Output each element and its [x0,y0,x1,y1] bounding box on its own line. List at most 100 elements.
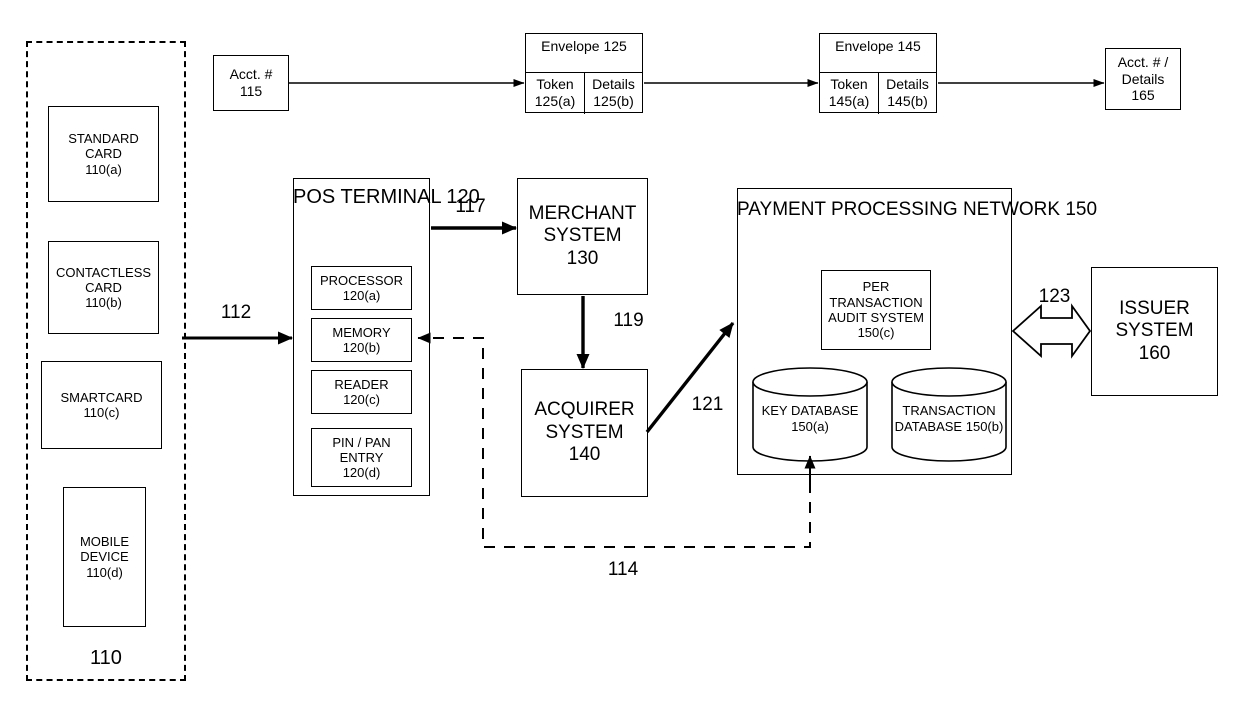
envelope-125-title: Envelope 125 [526,34,642,72]
acct-165-ref: 165 [1131,87,1155,104]
key-database-line1: KEY [761,403,788,418]
pos-terminal-title-line2: TERMINAL [340,186,441,208]
envelope-125-box[interactable]: Envelope 125 Token 125(a) Details 125(b) [525,33,643,114]
transaction-database-label: TRANSACTION DATABASE 150(b) [891,403,1007,434]
mobile-device-box[interactable]: MOBILE DEVICE 110(d) [63,487,146,627]
envelope-125-title-text: Envelope [541,38,600,54]
pos-processor-name: PROCESSOR [319,272,404,288]
payment-processing-network-title: PAYMENT PROCESSING NETWORK 150 [737,199,1097,221]
audit-system-line2: TRANSACTION [829,294,923,310]
envelope-145-token-cell[interactable]: Token 145(a) [820,72,878,114]
audit-system-line1: PER [862,279,890,295]
mobile-device-line1: MOBILE [79,534,130,549]
pos-terminal-title-line1: POS [293,186,336,208]
key-database-ref: 150(a) [791,418,829,434]
transaction-database-line2: DATABASE [894,418,963,434]
smartcard-ref: 110(c) [83,405,120,420]
envelope-125-token-ref: 125(a) [534,92,576,109]
standard-card-line2: CARD [85,146,122,162]
acct-115-line1: Acct. # [229,66,273,83]
pos-pin-pan-entry-box[interactable]: PIN / PAN ENTRY 120(d) [311,428,412,487]
pos-processor-box[interactable]: PROCESSOR 120(a) [311,266,412,310]
envelope-125-token-name: Token [536,76,574,92]
smartcard-line1: SMARTCARD [60,389,143,405]
account-number-115-box[interactable]: Acct. # 115 [213,55,289,111]
pos-pin-pan-ref: 120(d) [342,465,381,481]
group-110-label: 110 [90,647,122,669]
key-database-cylinder[interactable]: KEY DATABASE 150(a) [752,367,868,462]
ppn-title-line2: NETWORK [962,199,1061,220]
pos-pin-pan-line1: PIN / PAN [332,434,391,450]
pos-processor-ref: 120(a) [342,288,381,303]
envelope-125-number: 125 [603,38,627,54]
pos-memory-box[interactable]: MEMORY 120(b) [311,318,412,362]
envelope-145-details-ref: 145(b) [887,92,928,109]
envelope-125-token-cell[interactable]: Token 125(a) [526,72,584,114]
pos-reader-ref: 120(c) [343,392,380,407]
envelope-145-cells: Token 145(a) Details 145(b) [820,72,936,114]
pos-terminal-title: POS TERMINAL 120 [293,186,480,209]
envelope-145-title: Envelope 145 [820,34,936,72]
acct-165-line2: Details [1121,70,1165,87]
envelope-145-token-ref: 145(a) [828,92,870,109]
connector-117-label: 117 [455,196,486,217]
envelope-145-box[interactable]: Envelope 145 Token 145(a) Details 145(b) [819,33,937,114]
audit-system-line3: AUDIT SYSTEM [828,310,924,325]
arrow-123-ppn-issuer-double [1011,303,1092,359]
connector-114-label: 114 [607,559,639,580]
mobile-device-ref: 110(d) [86,564,123,580]
envelope-145-details-name: Details [886,76,929,92]
issuer-system-number: 160 [1138,342,1171,364]
merchant-system-number: 130 [566,247,599,269]
standard-card-line1: STANDARD [68,131,139,146]
key-database-label: KEY DATABASE 150(a) [752,403,868,434]
transaction-database-ref: 150(b) [965,418,1004,434]
pos-memory-ref: 120(b) [342,340,381,355]
acct-115-ref: 115 [239,83,263,99]
connector-119-label: 119 [613,310,644,331]
ppn-number: 150 [1065,199,1098,220]
envelope-145-title-text: Envelope [835,38,894,54]
pos-pin-pan-line2: ENTRY [339,449,384,465]
pos-memory-name: MEMORY [332,324,391,340]
pos-reader-name: READER [334,376,389,392]
merchant-system-box[interactable]: MERCHANT SYSTEM 130 [517,178,648,295]
acquirer-system-number: 140 [568,444,601,466]
acquirer-system-line1: ACQUIRER [534,399,635,421]
per-transaction-audit-system-box[interactable]: PER TRANSACTION AUDIT SYSTEM 150(c) [821,270,931,350]
envelope-145-details-cell[interactable]: Details 145(b) [878,72,936,114]
connector-123-label: 123 [1038,286,1071,307]
issuer-system-line2: SYSTEM [1115,320,1194,342]
connector-112-label: 112 [220,302,252,323]
contactless-card-line2: CARD [85,279,122,295]
acct-165-line1: Acct. # / [1117,54,1169,71]
contactless-card-box[interactable]: CONTACTLESS CARD 110(b) [48,241,159,334]
pos-reader-box[interactable]: READER 120(c) [311,370,412,414]
patent-figure-diagram: 110 STANDARD CARD 110(a) CONTACTLESS CAR… [0,0,1240,714]
envelope-125-details-ref: 125(b) [593,92,634,109]
contactless-card-ref: 110(b) [85,295,122,311]
account-details-165-box[interactable]: Acct. # / Details 165 [1105,48,1181,110]
merchant-system-line1: MERCHANT [528,202,637,224]
smartcard-box[interactable]: SMARTCARD 110(c) [41,361,162,449]
standard-card-box[interactable]: STANDARD CARD 110(a) [48,106,159,202]
mobile-device-line2: DEVICE [80,549,129,565]
envelope-125-details-name: Details [592,76,635,92]
acquirer-system-box[interactable]: ACQUIRER SYSTEM 140 [521,369,648,497]
merchant-system-line2: SYSTEM [543,225,622,247]
contactless-card-line1: CONTACTLESS [55,264,152,280]
issuer-system-line1: ISSUER [1119,297,1190,319]
envelope-125-cells: Token 125(a) Details 125(b) [526,72,642,114]
envelope-145-token-name: Token [830,76,868,92]
audit-system-ref: 150(c) [857,325,895,341]
envelope-145-number: 145 [897,38,921,54]
envelope-125-details-cell[interactable]: Details 125(b) [584,72,642,114]
ppn-title-line1: PAYMENT PROCESSING [737,199,958,220]
issuer-system-box[interactable]: ISSUER SYSTEM 160 [1091,267,1218,396]
acquirer-system-line2: SYSTEM [545,421,624,443]
connector-121-label: 121 [691,394,724,415]
standard-card-ref: 110(a) [85,161,122,177]
transaction-database-line1: TRANSACTION [902,403,996,418]
key-database-line2: DATABASE [790,403,859,418]
transaction-database-cylinder[interactable]: TRANSACTION DATABASE 150(b) [891,367,1007,462]
